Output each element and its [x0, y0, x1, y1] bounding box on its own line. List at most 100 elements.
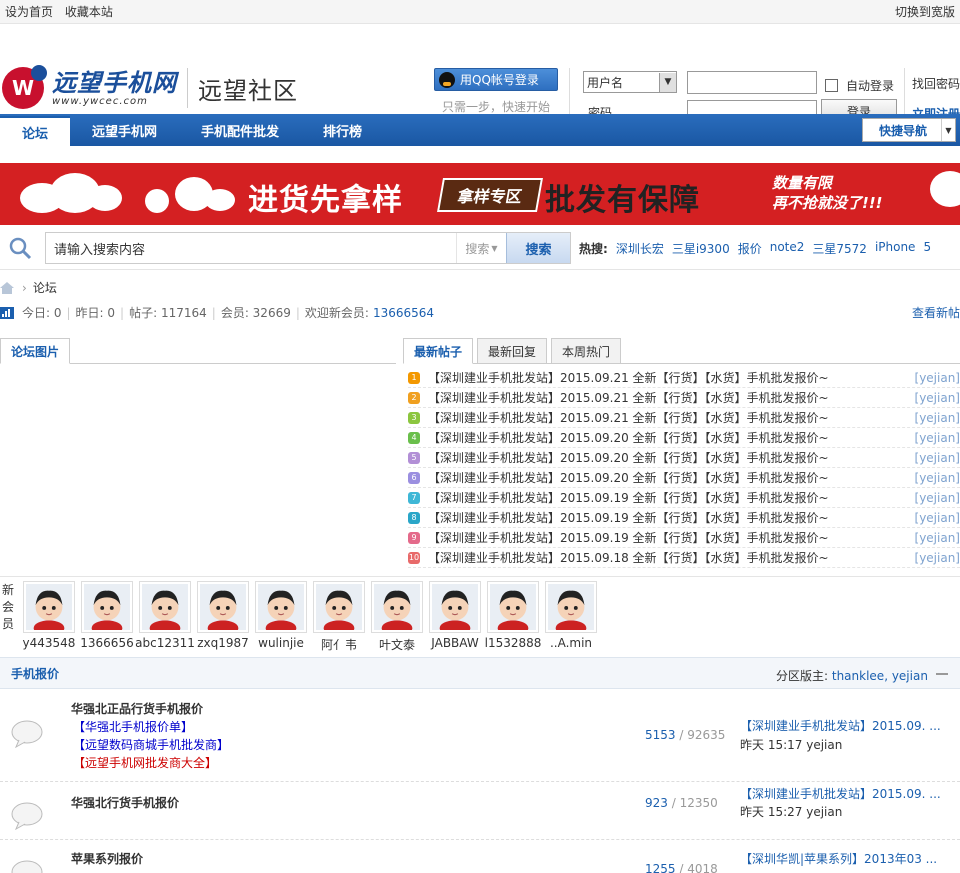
- sub-forum-link[interactable]: 【华强北手机报价单】: [73, 718, 193, 735]
- post-title[interactable]: 【深圳建业手机批发站】2015.09.19 全新【行货】【水货】手机批发报价~: [428, 529, 911, 546]
- search-button[interactable]: 搜索: [506, 233, 570, 263]
- post-author[interactable]: [yejian]: [915, 371, 960, 385]
- member-item[interactable]: JABBAW: [426, 581, 484, 653]
- avatar[interactable]: [371, 581, 423, 636]
- post-item[interactable]: 6 【深圳建业手机批发站】2015.09.20 全新【行货】【水货】手机批发报价~…: [408, 468, 960, 488]
- post-author[interactable]: [yejian]: [915, 451, 960, 465]
- hot-search-item[interactable]: 三星i9300: [672, 240, 730, 257]
- post-title[interactable]: 【深圳建业手机批发站】2015.09.20 全新【行货】【水货】手机批发报价~: [428, 449, 911, 466]
- username-input[interactable]: [687, 71, 817, 94]
- post-item[interactable]: 4 【深圳建业手机批发站】2015.09.20 全新【行货】【水货】手机批发报价~…: [408, 428, 960, 448]
- member-item[interactable]: 叶文泰: [368, 581, 426, 653]
- tab-latest-posts[interactable]: 最新帖子: [403, 338, 474, 364]
- post-title[interactable]: 【深圳建业手机批发站】2015.09.21 全新【行货】【水货】手机批发报价~: [428, 369, 911, 386]
- post-title[interactable]: 【深圳建业手机批发站】2015.09.21 全新【行货】【水货】手机批发报价~: [428, 409, 911, 426]
- post-author[interactable]: [yejian]: [915, 431, 960, 445]
- post-title[interactable]: 【深圳建业手机批发站】2015.09.20 全新【行货】【水货】手机批发报价~: [428, 429, 911, 446]
- auto-login-checkbox[interactable]: 自动登录: [825, 77, 894, 94]
- qq-login-button[interactable]: 用QQ帐号登录: [434, 68, 558, 91]
- post-author[interactable]: [yejian]: [915, 471, 960, 485]
- avatar[interactable]: [545, 581, 597, 636]
- promo-banner[interactable]: 进货先拿样 拿样专区 批发有保障 数量有限 再不抢就没了!!!: [0, 163, 960, 225]
- avatar[interactable]: [255, 581, 307, 636]
- member-name[interactable]: l1532888: [485, 636, 542, 650]
- hot-search-item[interactable]: iPhone: [875, 240, 916, 257]
- post-item[interactable]: 2 【深圳建业手机批发站】2015.09.21 全新【行货】【水货】手机批发报价~…: [408, 388, 960, 408]
- forum-name[interactable]: 华强北行货手机报价: [71, 794, 179, 811]
- switch-wide-link[interactable]: 切换到宽版: [895, 3, 955, 20]
- member-name[interactable]: JABBAW: [431, 636, 478, 650]
- tab-latest-replies[interactable]: 最新回复: [477, 338, 548, 364]
- member-item[interactable]: abc12311: [135, 581, 195, 653]
- hot-search-item[interactable]: note2: [770, 240, 805, 257]
- hot-search-item[interactable]: 报价: [738, 240, 762, 257]
- post-title[interactable]: 【深圳建业手机批发站】2015.09.19 全新【行货】【水货】手机批发报价~: [428, 509, 911, 526]
- bookmark-link[interactable]: 收藏本站: [65, 5, 113, 19]
- post-author[interactable]: [yejian]: [915, 491, 960, 505]
- post-title[interactable]: 【深圳建业手机批发站】2015.09.19 全新【行货】【水货】手机批发报价~: [428, 489, 911, 506]
- member-item[interactable]: 1366656: [78, 581, 136, 653]
- tab-weekly-hot[interactable]: 本周热门: [551, 338, 622, 364]
- member-name[interactable]: ..A.min: [550, 636, 592, 650]
- nav-item-ywcec[interactable]: 远望手机网: [70, 114, 179, 146]
- post-author[interactable]: [yejian]: [915, 391, 960, 405]
- forum-name[interactable]: 华强北正品行货手机报价: [71, 700, 203, 717]
- nav-item-accessories[interactable]: 手机配件批发: [179, 114, 301, 146]
- post-author[interactable]: [yejian]: [915, 411, 960, 425]
- member-item[interactable]: l1532888: [484, 581, 542, 653]
- find-password-link[interactable]: 找回密码: [912, 75, 960, 92]
- post-author[interactable]: [yejian]: [915, 551, 960, 565]
- avatar[interactable]: [429, 581, 481, 636]
- sub-forum-link[interactable]: 【远望数码商城手机批发商】: [73, 736, 229, 753]
- set-home-link[interactable]: 设为首页: [5, 5, 53, 19]
- post-item[interactable]: 8 【深圳建业手机批发站】2015.09.19 全新【行货】【水货】手机批发报价~…: [408, 508, 960, 528]
- post-item[interactable]: 3 【深圳建业手机批发站】2015.09.21 全新【行货】【水货】手机批发报价~…: [408, 408, 960, 428]
- post-author[interactable]: [yejian]: [915, 511, 960, 525]
- post-item[interactable]: 1 【深圳建业手机批发站】2015.09.21 全新【行货】【水货】手机批发报价~…: [408, 368, 960, 388]
- post-item[interactable]: 5 【深圳建业手机批发站】2015.09.20 全新【行货】【水货】手机批发报价~…: [408, 448, 960, 468]
- avatar[interactable]: [313, 581, 365, 636]
- hot-search-item[interactable]: 深圳长宏: [616, 240, 664, 257]
- avatar[interactable]: [139, 581, 191, 636]
- sub-forum-link[interactable]: 【远望手机网批发商大全】: [73, 754, 217, 771]
- nav-item-ranking[interactable]: 排行榜: [301, 114, 384, 146]
- member-name[interactable]: 1366656: [80, 636, 133, 650]
- site-logo[interactable]: W 远望手机网 www.ywcec.com 远望社区: [2, 65, 298, 109]
- post-title[interactable]: 【深圳建业手机批发站】2015.09.18 全新【行货】【水货】手机批发报价~: [428, 549, 911, 566]
- member-name[interactable]: 叶文泰: [379, 636, 415, 653]
- member-name[interactable]: 阿亻韦: [321, 636, 357, 653]
- view-new-posts-link[interactable]: 查看新帖: [912, 304, 960, 321]
- last-post-link[interactable]: 【深圳建业手机批发站】2015.09. ...: [740, 785, 941, 802]
- username-type-select[interactable]: 用户名 ▼: [583, 71, 677, 93]
- post-title[interactable]: 【深圳建业手机批发站】2015.09.20 全新【行货】【水货】手机批发报价~: [428, 469, 911, 486]
- last-post-link[interactable]: 【深圳建业手机批发站】2015.09. ...: [740, 717, 941, 734]
- post-item[interactable]: 10 【深圳建业手机批发站】2015.09.18 全新【行货】【水货】手机批发报价…: [408, 548, 960, 568]
- member-item[interactable]: zxq1987: [194, 581, 252, 653]
- quick-nav-button[interactable]: 快捷导航 ▼: [862, 118, 956, 142]
- member-item[interactable]: ..A.min: [542, 581, 600, 653]
- tab-forum-pictures[interactable]: 论坛图片: [0, 338, 70, 364]
- hot-search-item[interactable]: 三星7572: [812, 240, 867, 257]
- member-name[interactable]: y443548: [23, 636, 76, 650]
- member-name[interactable]: abc12311: [135, 636, 195, 650]
- member-item[interactable]: wulinjie: [252, 581, 310, 653]
- search-input[interactable]: 请输入搜索内容: [46, 233, 456, 263]
- member-name[interactable]: zxq1987: [197, 636, 249, 650]
- collapse-icon[interactable]: [936, 673, 948, 675]
- member-name[interactable]: wulinjie: [258, 636, 304, 650]
- member-item[interactable]: y443548: [20, 581, 78, 653]
- avatar[interactable]: [81, 581, 133, 636]
- post-title[interactable]: 【深圳建业手机批发站】2015.09.21 全新【行货】【水货】手机批发报价~: [428, 389, 911, 406]
- moderators-names[interactable]: thanklee, yejian: [832, 669, 928, 683]
- forum-name[interactable]: 苹果系列报价: [71, 850, 143, 867]
- new-member-link[interactable]: 13666564: [373, 306, 434, 320]
- home-icon[interactable]: [0, 281, 14, 294]
- avatar[interactable]: [197, 581, 249, 636]
- section-title[interactable]: 手机报价: [11, 665, 59, 682]
- post-item[interactable]: 9 【深圳建业手机批发站】2015.09.19 全新【行货】【水货】手机批发报价~…: [408, 528, 960, 548]
- hot-search-item[interactable]: 5: [923, 240, 931, 257]
- avatar[interactable]: [23, 581, 75, 636]
- member-item[interactable]: 阿亻韦: [310, 581, 368, 653]
- post-item[interactable]: 7 【深圳建业手机批发站】2015.09.19 全新【行货】【水货】手机批发报价~…: [408, 488, 960, 508]
- avatar[interactable]: [487, 581, 539, 636]
